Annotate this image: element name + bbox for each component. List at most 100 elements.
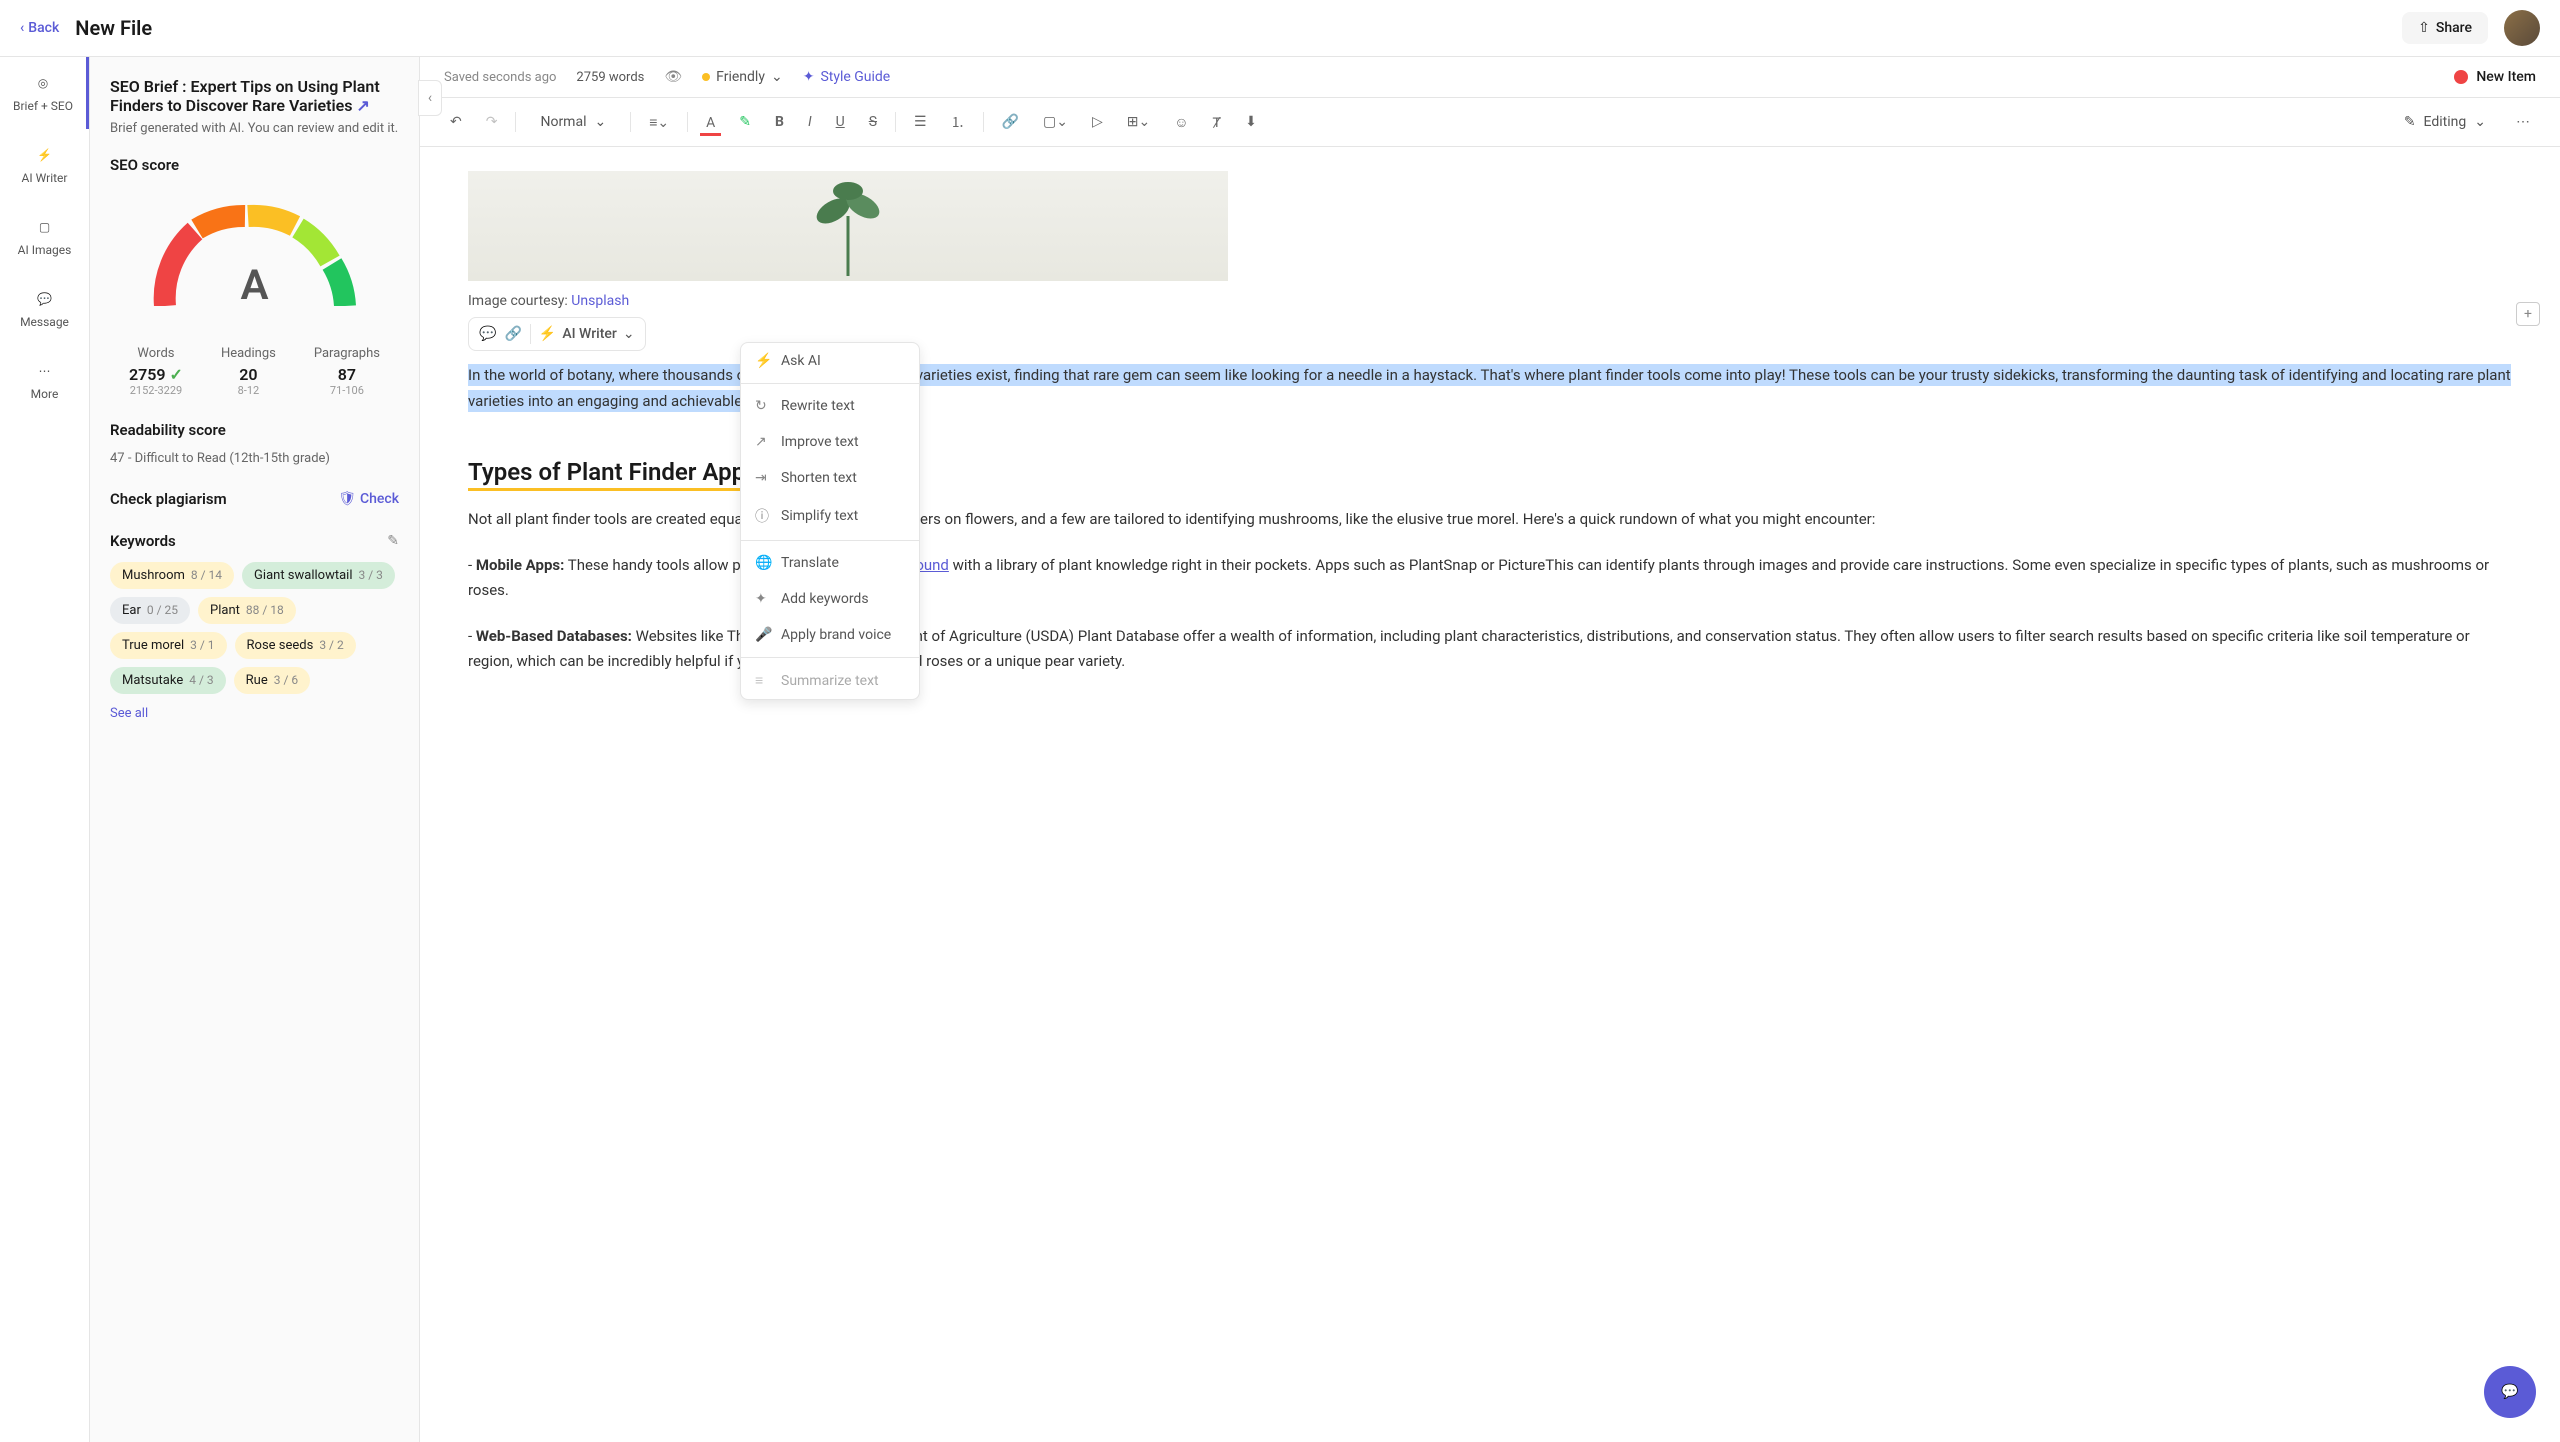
leftbar-label: Brief + SEO — [13, 99, 73, 113]
seo-score-title: SEO score — [110, 156, 399, 174]
share-button[interactable]: ⇧ Share — [2402, 12, 2488, 44]
comment-icon[interactable]: 💬 — [479, 326, 496, 342]
keyword-tag[interactable]: Mushroom8 / 14 — [110, 562, 234, 589]
leftbar-label: AI Writer — [22, 171, 68, 185]
align-button[interactable]: ≡⌄ — [643, 108, 675, 137]
editor-toolbar: ↶ ↷ Normal ⌄ ≡⌄ A ✎ B I U S ☰ ⒈ — [420, 98, 2560, 147]
sparkle-icon: ✦ — [803, 69, 815, 85]
edit-icon[interactable]: ✎ — [387, 533, 399, 549]
dd-shorten[interactable]: ⇥Shorten text — [741, 460, 919, 496]
keyword-tag[interactable]: Rose seeds3 / 2 — [235, 632, 356, 659]
bolt-icon: ⚡ — [35, 145, 55, 165]
readability-text: 47 - Difficult to Read (12th-15th grade) — [110, 451, 399, 466]
plagiarism-title: Check plagiarism — [110, 490, 227, 508]
tone-selector[interactable]: Friendly ⌄ — [702, 69, 783, 85]
simplify-icon: ⓘ — [755, 506, 771, 526]
chevron-left-icon: ‹ — [20, 20, 24, 36]
video-button[interactable]: ▷ — [1086, 108, 1109, 136]
chevron-down-icon: ⌄ — [594, 114, 606, 130]
stat-paragraphs-label: Paragraphs — [314, 346, 380, 361]
normal-label: Normal — [540, 114, 586, 130]
keyword-tag[interactable]: Plant88 / 18 — [198, 597, 296, 624]
red-dot-icon — [2454, 70, 2468, 84]
tone-label: Friendly — [716, 69, 765, 85]
chevron-down-icon: ⌄ — [623, 326, 635, 342]
leftbar-ai-writer[interactable]: ⚡ AI Writer — [0, 129, 89, 201]
editor-body[interactable]: Image courtesy: Unsplash 💬 🔗 ⚡ AI Writer… — [420, 147, 2560, 1442]
plant-image — [468, 171, 1228, 281]
strikethrough-button[interactable]: S — [863, 108, 883, 136]
style-guide-button[interactable]: ✦ Style Guide — [803, 69, 891, 85]
share-label: Share — [2436, 20, 2472, 36]
bold-button[interactable]: B — [769, 108, 790, 136]
bullet-list-button[interactable]: ☰ — [908, 108, 933, 136]
link-button[interactable]: 🔗 — [996, 108, 1025, 136]
numbered-list-button[interactable]: ⒈ — [945, 106, 971, 138]
emoji-button[interactable]: ☺ — [1168, 108, 1194, 137]
file-title: New File — [75, 16, 152, 40]
leftbar-message[interactable]: 💬 Message — [0, 273, 89, 345]
dd-summarize[interactable]: ≡Summarize text — [741, 662, 919, 699]
collapse-sidebar-button[interactable]: ‹ — [418, 80, 442, 116]
redo-button[interactable]: ↷ — [480, 108, 504, 136]
keyword-tag[interactable]: Giant swallowtail3 / 3 — [242, 562, 395, 589]
style-guide-label: Style Guide — [820, 69, 890, 85]
editing-mode-select[interactable]: ✎ Editing ⌄ — [2392, 108, 2498, 136]
keyword-tag[interactable]: Matsutake4 / 3 — [110, 667, 226, 694]
image-button[interactable]: ▢⌄ — [1037, 108, 1074, 136]
caption-link[interactable]: Unsplash — [571, 293, 629, 309]
eye-icon[interactable]: 👁 — [664, 69, 682, 85]
leftbar-brief-seo[interactable]: ◎ Brief + SEO — [0, 57, 89, 129]
dd-ask-ai[interactable]: ⚡Ask AI — [741, 343, 919, 379]
floating-toolbar: 💬 🔗 ⚡ AI Writer ⌄ — [468, 317, 646, 351]
dd-rewrite[interactable]: ↻Rewrite text — [741, 388, 919, 424]
check-icon: ✓ — [170, 365, 183, 384]
new-item-indicator[interactable]: New Item — [2454, 69, 2536, 85]
back-label: Back — [28, 20, 59, 36]
keyword-tag[interactable]: Ear0 / 25 — [110, 597, 190, 624]
keyword-tag[interactable]: True morel3 / 1 — [110, 632, 227, 659]
highlight-button[interactable]: ✎ — [733, 108, 757, 136]
link-icon[interactable]: 🔗 — [504, 326, 521, 342]
dd-keywords[interactable]: ✦Add keywords — [741, 581, 919, 617]
dd-brand-voice[interactable]: 🎤Apply brand voice — [741, 617, 919, 653]
stat-words-label: Words — [129, 346, 183, 361]
ai-writer-button[interactable]: ⚡ AI Writer ⌄ — [539, 326, 635, 342]
seo-gauge: A — [135, 186, 375, 326]
chat-support-button[interactable]: 💬 — [2484, 1366, 2536, 1418]
leftbar-more[interactable]: ⋯ More — [0, 345, 89, 417]
summarize-icon: ≡ — [755, 672, 771, 689]
see-all-link[interactable]: See all — [110, 706, 399, 721]
back-button[interactable]: ‹ Back — [20, 20, 59, 36]
keyword-tag[interactable]: Rue3 / 6 — [234, 667, 310, 694]
check-plagiarism-button[interactable]: 🛡 Check — [338, 491, 399, 507]
text-color-button[interactable]: A — [700, 109, 721, 136]
saved-status: Saved seconds ago — [444, 70, 556, 85]
underline-button[interactable]: U — [830, 108, 851, 136]
leftbar-label: Message — [20, 315, 69, 329]
paragraph-style-select[interactable]: Normal ⌄ — [528, 108, 618, 136]
italic-button[interactable]: I — [802, 108, 818, 136]
keywords-title: Keywords — [110, 532, 176, 550]
shield-icon: 🛡 — [338, 491, 356, 507]
table-button[interactable]: ⊞⌄ — [1121, 108, 1156, 136]
dd-simplify[interactable]: ⓘSimplify text — [741, 496, 919, 536]
dd-improve[interactable]: ↗Improve text — [741, 424, 919, 460]
word-count: 2759 words — [576, 70, 644, 85]
undo-button[interactable]: ↶ — [444, 108, 468, 136]
stat-words-range: 2152-3229 — [129, 384, 183, 397]
clear-format-button[interactable]: Ⱦ — [1207, 108, 1228, 137]
export-button[interactable]: ⬇ — [1239, 108, 1263, 136]
stat-paragraphs-range: 71-106 — [314, 384, 380, 397]
message-icon: 💬 — [35, 289, 55, 309]
add-block-button[interactable]: + — [2516, 302, 2540, 326]
avatar[interactable] — [2504, 10, 2540, 46]
leftbar-ai-images[interactable]: ▢ AI Images — [0, 201, 89, 273]
stat-paragraphs-val: 87 — [314, 365, 380, 384]
more-toolbar-button[interactable]: ⋯ — [2510, 108, 2536, 136]
chevron-down-icon: ⌄ — [2474, 114, 2486, 130]
translate-icon: 🌐 — [755, 555, 771, 571]
dd-translate[interactable]: 🌐Translate — [741, 545, 919, 581]
leftbar: ◎ Brief + SEO ⚡ AI Writer ▢ AI Images 💬 … — [0, 57, 90, 1442]
external-link-icon[interactable]: ↗ — [356, 96, 369, 115]
